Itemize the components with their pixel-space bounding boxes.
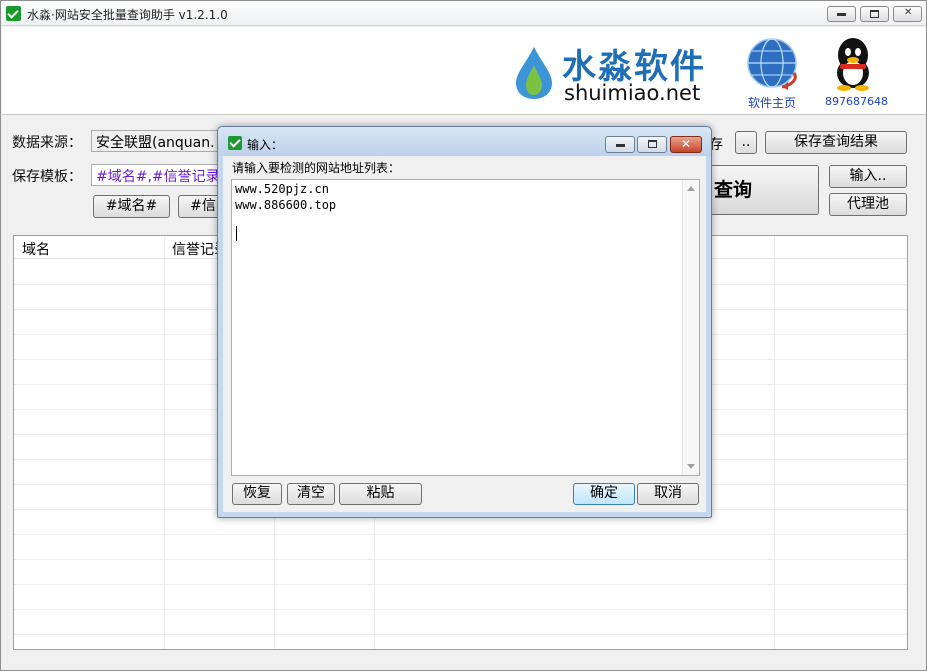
grid-divider bbox=[164, 236, 165, 649]
url-line: www.886600.top bbox=[235, 198, 337, 212]
proxy-pool-button[interactable]: 代理池 bbox=[829, 193, 907, 216]
dialog-body: 请输入要检测的网站地址列表： www.520pjz.cn www.886600.… bbox=[223, 156, 706, 512]
grid-row-line bbox=[14, 559, 907, 560]
column-header-domain[interactable]: 域名 bbox=[22, 239, 50, 259]
cancel-button[interactable]: 取消 bbox=[637, 483, 699, 505]
browse-button[interactable]: .. bbox=[735, 131, 757, 154]
scroll-down-icon[interactable] bbox=[687, 464, 695, 469]
close-icon: ✕ bbox=[904, 7, 913, 18]
globe-icon[interactable] bbox=[742, 35, 804, 91]
dialog-maximize-button[interactable] bbox=[637, 136, 667, 153]
dialog-title-bar: 输入： ✕ bbox=[218, 127, 711, 156]
header-banner: 水淼软件 shuimiao.net 软件主页 897687648 bbox=[2, 27, 926, 115]
maximize-button[interactable] bbox=[860, 6, 889, 22]
source-label: 数据来源： bbox=[12, 135, 82, 151]
paste-button[interactable]: 粘贴 bbox=[339, 483, 422, 505]
query-button[interactable]: 查询 bbox=[701, 165, 819, 215]
grid-row-line bbox=[14, 534, 907, 535]
url-list-textarea[interactable]: www.520pjz.cn www.886600.top bbox=[231, 179, 700, 476]
logo-text-en: shuimiao.net bbox=[564, 81, 701, 105]
tag-domain-button[interactable]: #域名# bbox=[93, 195, 170, 218]
maximize-icon bbox=[648, 140, 657, 148]
minimize-button[interactable] bbox=[827, 6, 856, 22]
grid-row-line bbox=[14, 584, 907, 585]
text-caret bbox=[236, 226, 237, 241]
vertical-scrollbar[interactable] bbox=[682, 180, 699, 475]
clear-button[interactable]: 清空 bbox=[287, 483, 335, 505]
dialog-close-button[interactable]: ✕ bbox=[670, 136, 702, 153]
qq-penguin-icon[interactable] bbox=[830, 35, 876, 91]
input-button[interactable]: 输入.. bbox=[829, 165, 907, 188]
main-window: 水淼·网站安全批量查询助手 v1.2.1.0 ✕ 水淼软件 shuimiao.n… bbox=[0, 0, 927, 671]
template-label: 保存模板： bbox=[12, 169, 82, 185]
source-select[interactable]: 安全联盟(anquan. bbox=[91, 130, 221, 152]
grid-divider bbox=[774, 236, 775, 649]
close-icon: ✕ bbox=[681, 137, 692, 151]
app-check-icon bbox=[6, 6, 21, 21]
ok-button[interactable]: 确定 bbox=[573, 483, 635, 505]
close-button[interactable]: ✕ bbox=[893, 6, 922, 22]
minimize-icon bbox=[616, 144, 625, 147]
dialog-prompt: 请输入要检测的网站地址列表： bbox=[232, 161, 401, 175]
water-drop-logo-icon bbox=[516, 47, 552, 99]
grid-row-line bbox=[14, 609, 907, 610]
minimize-icon bbox=[837, 13, 846, 16]
url-line: www.520pjz.cn bbox=[235, 182, 329, 196]
window-title: 水淼·网站安全批量查询助手 v1.2.1.0 bbox=[27, 8, 228, 22]
qq-number[interactable]: 897687648 bbox=[825, 95, 888, 108]
template-input[interactable]: #域名#,#信誉记录 bbox=[91, 164, 221, 186]
grid-row-line bbox=[14, 634, 907, 635]
input-dialog: 输入： ✕ 请输入要检测的网站地址列表： www.520pjz.cn www.8… bbox=[217, 126, 712, 518]
maximize-icon bbox=[870, 10, 879, 18]
homepage-link[interactable]: 软件主页 bbox=[748, 94, 796, 111]
dialog-title: 输入： bbox=[247, 138, 284, 152]
save-results-button[interactable]: 保存查询结果 bbox=[765, 131, 907, 154]
title-bar: 水淼·网站安全批量查询助手 v1.2.1.0 ✕ bbox=[1, 1, 926, 26]
dialog-minimize-button[interactable] bbox=[605, 136, 635, 153]
restore-button[interactable]: 恢复 bbox=[232, 483, 282, 505]
dialog-check-icon bbox=[228, 136, 242, 150]
scroll-up-icon[interactable] bbox=[687, 186, 695, 191]
